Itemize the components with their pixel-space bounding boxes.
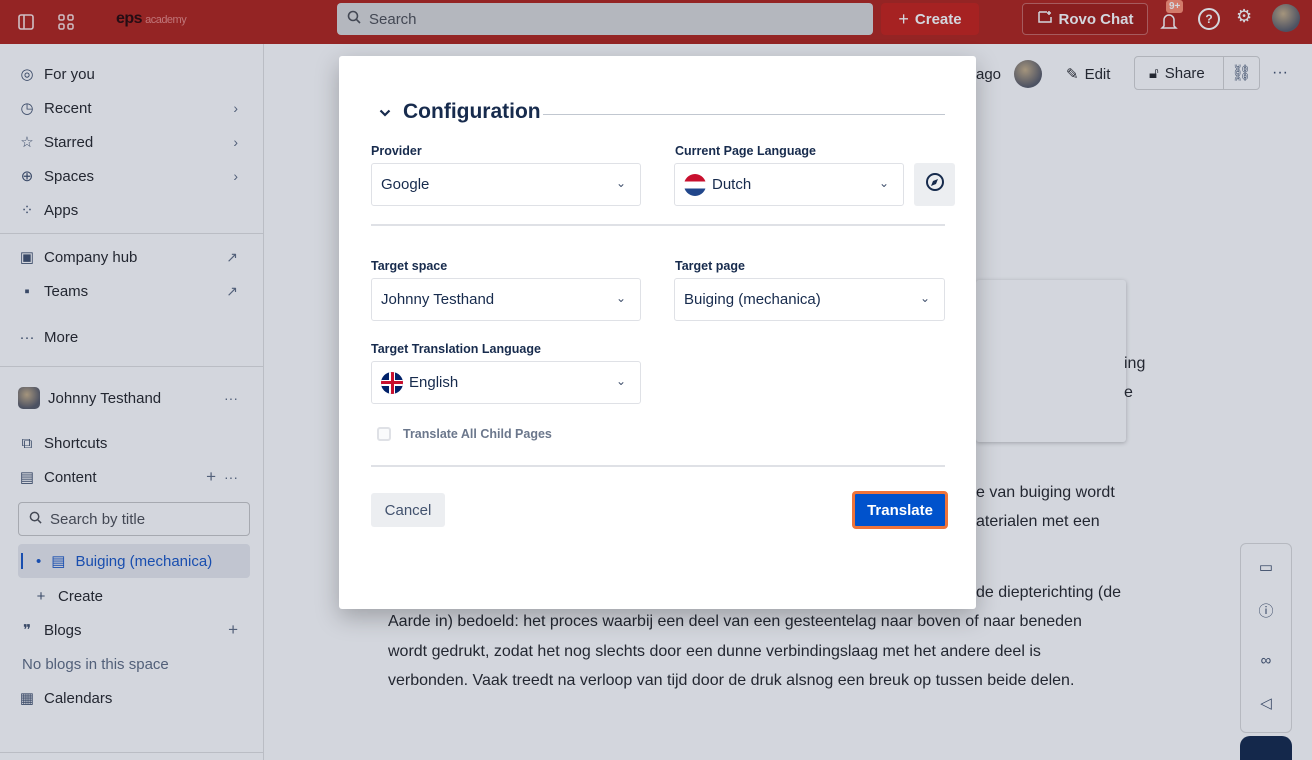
detect-language-button[interactable]	[914, 163, 955, 206]
provider-select[interactable]: Google ⌄	[371, 163, 641, 206]
chevron-down-icon: ⌄	[919, 291, 930, 305]
section-title: Configuration	[403, 100, 541, 123]
configuration-section-toggle[interactable]: Configuration	[379, 100, 541, 124]
provider-value: Google	[381, 176, 430, 193]
compass-icon	[925, 172, 945, 197]
target-space-value: Johnny Testhand	[381, 291, 495, 308]
cancel-label: Cancel	[384, 501, 432, 519]
translation-config-dialog: Configuration Provider Google ⌄ Current …	[339, 56, 976, 609]
target-space-label: Target space	[371, 259, 448, 273]
divider	[371, 465, 945, 467]
target-language-select[interactable]: English ⌄	[371, 361, 641, 404]
target-page-value: Buiging (mechanica)	[684, 291, 821, 308]
target-language-label: Target Translation Language	[371, 342, 541, 356]
target-page-label: Target page	[675, 259, 745, 273]
netherlands-flag-icon	[684, 173, 706, 196]
translate-child-pages-checkbox[interactable]	[377, 427, 391, 441]
translate-button[interactable]: Translate	[852, 491, 948, 529]
target-space-select[interactable]: Johnny Testhand ⌄	[371, 278, 641, 321]
chevron-down-icon: ⌄	[615, 291, 626, 305]
chevron-down-icon	[379, 100, 391, 124]
translate-label: Translate	[867, 501, 933, 519]
current-language-value: Dutch	[712, 176, 752, 193]
target-language-value: English	[409, 374, 459, 391]
section-divider	[543, 114, 945, 115]
uk-flag-icon	[381, 371, 403, 394]
divider	[371, 224, 945, 226]
translate-child-pages-label[interactable]: Translate All Child Pages	[403, 427, 552, 441]
provider-label: Provider	[371, 144, 422, 158]
chevron-down-icon: ⌄	[878, 176, 889, 190]
current-language-label: Current Page Language	[675, 144, 816, 158]
target-page-select[interactable]: Buiging (mechanica) ⌄	[674, 278, 945, 321]
cancel-button[interactable]: Cancel	[371, 493, 445, 527]
chevron-down-icon: ⌄	[615, 176, 626, 190]
chevron-down-icon: ⌄	[615, 374, 626, 388]
current-language-select[interactable]: Dutch ⌄	[674, 163, 904, 206]
